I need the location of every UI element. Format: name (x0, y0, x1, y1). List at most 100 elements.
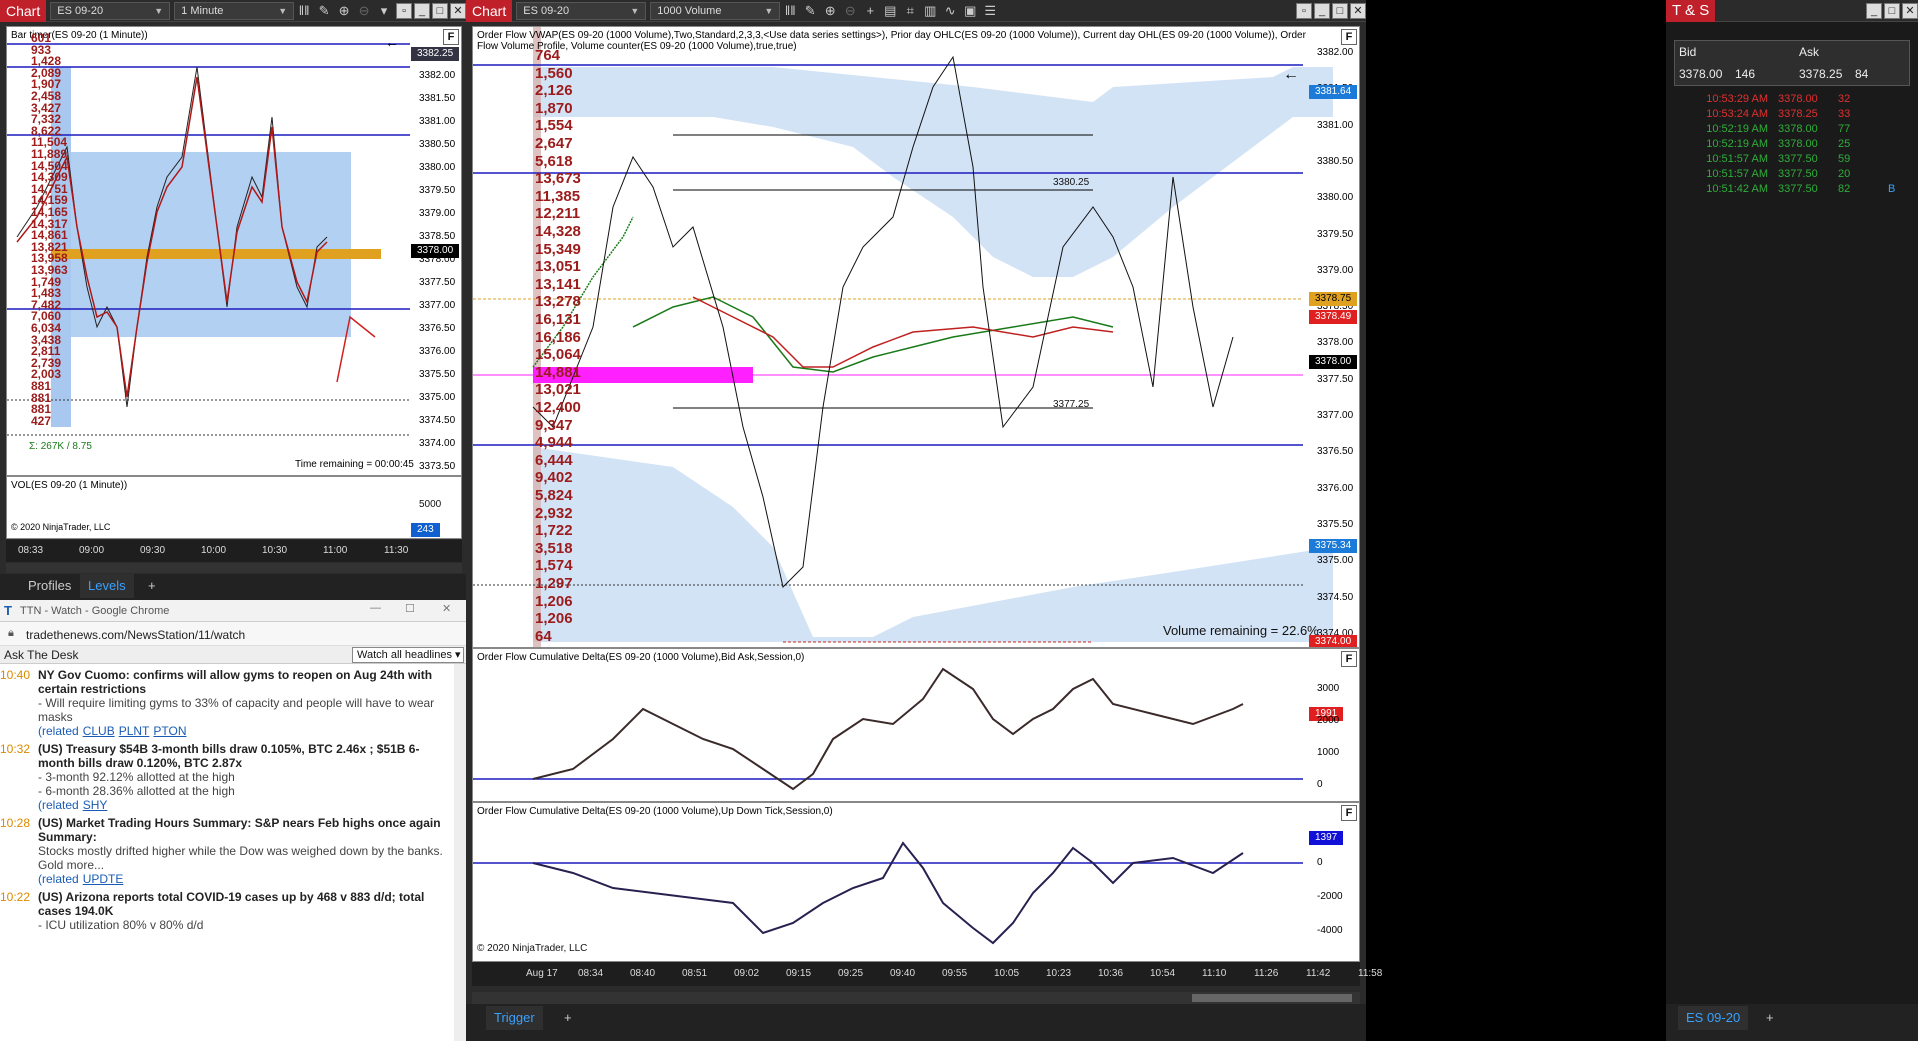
template-icon[interactable]: ▣ (960, 3, 980, 19)
crosshair-icon[interactable]: + (860, 3, 880, 18)
news-item[interactable]: 10:40 NY Gov Cuomo: confirms will allow g… (0, 668, 454, 738)
left-scrollbar[interactable] (6, 563, 462, 573)
news-headline[interactable]: (US) Treasury $54B 3-month bills draw 0.… (38, 742, 454, 770)
minimize-icon[interactable]: _ (1314, 2, 1330, 19)
ts-trade-list: 10:53:29 AM 3378.00 32 10:53:24 AM 3378.25 33… (1674, 92, 1910, 197)
add-tab-button[interactable]: + (556, 1006, 580, 1030)
price-axis-label: 3376.50 (1317, 446, 1354, 458)
properties-icon[interactable]: ▤ (880, 3, 900, 19)
left-price-chart-svg: ← (7, 34, 410, 436)
time-axis-label: 10:00 (201, 545, 227, 556)
price-axis-label: 3377.50 (419, 277, 456, 288)
delta-bidask-pane[interactable]: Order Flow Cumulative Delta(ES 09-20 (10… (472, 648, 1360, 802)
volume-row-label: 64 (535, 627, 552, 645)
ts-maximize-icon[interactable]: □ (1884, 2, 1900, 19)
left-chart-label[interactable]: Chart (0, 0, 47, 22)
volume-row-label: 14,881 (535, 363, 581, 381)
tab-levels[interactable]: Levels (80, 574, 134, 598)
list-icon[interactable]: ☰ (980, 3, 1000, 19)
zoom-icon[interactable]: ⊕ (820, 3, 840, 19)
delta-updown-pane[interactable]: Order Flow Cumulative Delta(ES 09-20 (10… (472, 802, 1360, 962)
poc-bar (51, 249, 381, 259)
main-chart-f-button[interactable]: F (1341, 29, 1357, 45)
strategy-icon[interactable]: ▥ (920, 3, 940, 19)
main-price-pane[interactable]: ← Order Flow VWAP(ES 09-20 (1000 Volume)… (472, 26, 1360, 648)
price-axis-label: 3377.00 (419, 300, 456, 311)
ticker-link[interactable]: CLUB (83, 724, 115, 738)
browser-maximize-icon[interactable]: ☐ (405, 602, 415, 615)
volume-row-label: 16,131 (535, 311, 581, 328)
volume-row-label: 1,206 (535, 592, 573, 610)
bar-type-icon[interactable]: ǁǁ (294, 3, 314, 18)
ask-header: Ask (1799, 45, 1820, 59)
ts-title[interactable]: T & S (1666, 0, 1716, 22)
ticker-link[interactable]: PLNT (119, 724, 150, 738)
news-item[interactable]: 10:28 (US) Market Trading Hours Summary: … (0, 816, 454, 886)
left-interval-select[interactable]: 1 Minute ▼ (174, 1, 295, 20)
news-headline[interactable]: NY Gov Cuomo: confirms will allow gyms t… (38, 668, 454, 696)
left-volume-pane[interactable]: VOL(ES 09-20 (1 Minute)) 5000 243 © 2020… (6, 476, 462, 539)
tab-trigger[interactable]: Trigger (486, 1006, 543, 1030)
news-item[interactable]: 10:32 (US) Treasury $54B 3-month bills dr… (0, 742, 454, 812)
main-interval-select[interactable]: 1000 Volume ▼ (650, 1, 781, 20)
news-time: 10:28 (0, 816, 31, 830)
browser-title: TTN - Watch - Google Chrome (20, 605, 170, 617)
left-current-price-tag: 3378.00 (411, 244, 460, 258)
trade-time: 10:51:57 AM (1706, 168, 1768, 180)
browser-close-icon[interactable]: ✕ (442, 602, 451, 615)
svg-text:←: ← (1283, 66, 1299, 83)
main-time-axis: Aug 17 08:34 08:40 08:51 09:02 09:15 09:25 09:4… (472, 962, 1382, 986)
browser-minimize-icon[interactable]: — (370, 602, 381, 614)
news-headline[interactable]: (US) Arizona reports total COVID-19 case… (38, 890, 454, 918)
minimize-icon[interactable]: _ (414, 2, 430, 19)
zoom-out-icon[interactable]: ⊖ (840, 3, 860, 19)
news-related: (related CLUB PLNT PTON (38, 724, 454, 738)
price-axis-label: 3376.50 (419, 323, 456, 334)
close-icon[interactable]: ✕ (449, 2, 466, 19)
tile-icon[interactable]: ▫ (1296, 2, 1312, 19)
news-headline[interactable]: (US) Market Trading Hours Summary: S&P n… (38, 816, 454, 844)
draw-icon[interactable]: ✎ (314, 3, 334, 19)
price-axis-label: 3375.50 (1317, 518, 1354, 530)
ts-add-tab-button[interactable]: + (1758, 1006, 1782, 1030)
url-bar[interactable]: tradethenews.com/NewsStation/11/watch (26, 628, 245, 642)
news-detail: - 6-month 28.36% allotted at the high (38, 784, 235, 798)
indicators-icon[interactable]: ⌗ (900, 3, 920, 19)
close-icon[interactable]: ✕ (1350, 2, 1366, 19)
add-tab-button[interactable]: + (140, 574, 164, 598)
ts-minimize-icon[interactable]: _ (1866, 2, 1882, 19)
price-axis-label: 3380.00 (1317, 192, 1354, 204)
volume-row-label: 5,618 (535, 152, 573, 170)
news-time: 10:32 (0, 742, 31, 756)
tile-icon[interactable]: ▫ (396, 2, 413, 19)
draw-icon[interactable]: ✎ (800, 3, 820, 19)
maximize-icon[interactable]: □ (1332, 2, 1348, 19)
left-chart-toolbar: Chart ES 09-20 ▼ 1 Minute ▼ ǁǁ ✎ ⊕ ⊖ ▾ ▫ _… (0, 0, 466, 22)
ticker-link[interactable]: SHY (83, 798, 108, 812)
left-chart-f-button[interactable]: F (443, 29, 459, 45)
bar-type-icon[interactable]: ǁǁ (780, 3, 800, 18)
maximize-icon[interactable]: □ (432, 2, 448, 19)
trade-size: 82 (1838, 183, 1851, 195)
left-price-pane[interactable]: ← Bar timer(ES 09-20 (1 Minute)) F 601 93… (6, 26, 462, 476)
volume-row-label: 1,206 (535, 610, 573, 628)
left-instrument-select[interactable]: ES 09-20 ▼ (50, 1, 171, 20)
more-icon[interactable]: ▾ (374, 3, 394, 19)
ts-close-icon[interactable]: ✕ (1902, 2, 1918, 19)
zoom-out-icon[interactable]: ⊖ (354, 3, 374, 19)
ticker-link[interactable]: PTON (153, 724, 186, 738)
tab-profiles[interactable]: Profiles (20, 574, 79, 598)
ticker-link[interactable]: UPDTE (83, 872, 124, 886)
main-instrument-select[interactable]: ES 09-20 ▼ (516, 1, 647, 20)
order-flow-icon[interactable]: ∿ (940, 3, 960, 19)
main-chart-label[interactable]: Chart (466, 0, 513, 22)
tab-es-09-20[interactable]: ES 09-20 (1678, 1006, 1749, 1030)
trade-row: 10:53:24 AM 3378.25 33 (1674, 107, 1910, 122)
zoom-icon[interactable]: ⊕ (334, 3, 354, 19)
news-scrollbar[interactable] (454, 664, 466, 1041)
news-item[interactable]: 10:22 (US) Arizona reports total COVID-19… (0, 890, 454, 932)
headline-filter-select[interactable]: Watch all headlines ▾ (352, 647, 464, 663)
ask-the-desk[interactable]: Ask The Desk (4, 648, 78, 662)
main-scrollbar[interactable] (472, 992, 1360, 1004)
main-scroll-thumb[interactable] (1192, 994, 1352, 1002)
